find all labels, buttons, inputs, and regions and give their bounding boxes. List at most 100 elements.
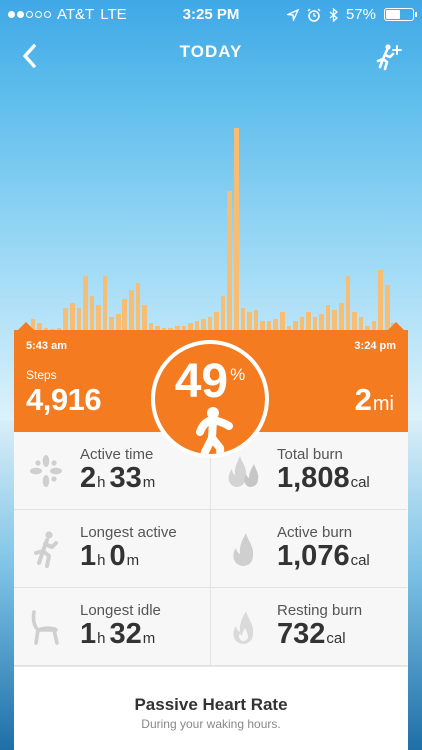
chart-bar <box>214 312 219 330</box>
chart-bar <box>89 296 95 330</box>
goal-percent-sign: % <box>230 365 246 384</box>
stat-label: Longest active <box>80 524 177 541</box>
chart-bar <box>325 305 331 330</box>
minutes-value: 33 <box>109 462 142 494</box>
chart-bar <box>293 321 298 330</box>
distance-unit: mi <box>372 393 394 415</box>
stat-label: Resting burn <box>277 602 363 619</box>
stat-longest-active[interactable]: Longest active 1h 0m <box>14 510 210 588</box>
chart-bar <box>129 289 134 330</box>
chart-bar <box>319 314 324 330</box>
minutes-unit: m <box>142 474 156 491</box>
bluetooth-icon <box>329 7 338 22</box>
stat-value: 2h 33m <box>80 462 159 495</box>
goal-progress-circle[interactable]: 49% <box>151 340 269 458</box>
chart-bar <box>201 318 206 330</box>
minutes-value: 0 <box>109 540 126 572</box>
passive-heart-rate-subtitle: During your waking hours. <box>141 717 281 731</box>
chart-bar <box>220 296 226 330</box>
stat-label: Active time <box>80 446 154 463</box>
flame-icon <box>233 533 254 566</box>
passive-heart-rate-card[interactable]: Passive Heart Rate During your waking ho… <box>14 666 408 750</box>
steps-activity-chart <box>14 80 408 330</box>
calorie-unit: cal <box>350 474 370 491</box>
add-activity-icon[interactable] <box>374 42 404 72</box>
hours-unit: h <box>97 474 106 491</box>
goal-percent-value: 49 <box>174 355 229 408</box>
stat-longest-idle[interactable]: Longest idle 1h 32m <box>14 588 210 666</box>
stat-value: 1h 0m <box>80 540 143 573</box>
chart-bar <box>306 312 311 330</box>
chart-bar <box>345 276 351 330</box>
hours-value: 1 <box>80 618 97 650</box>
flame-outline-icon <box>233 611 254 644</box>
hours-unit: h <box>97 552 106 569</box>
chart-bar <box>371 321 377 330</box>
stat-value: 1,808cal <box>277 462 374 495</box>
minutes-value: 32 <box>109 618 142 650</box>
chart-bar <box>76 307 82 330</box>
chart-bar <box>194 321 200 330</box>
passive-heart-rate-title: Passive Heart Rate <box>134 695 288 714</box>
chart-start-tick <box>18 322 34 330</box>
chart-bar <box>115 314 121 330</box>
chart-bar <box>266 321 272 330</box>
location-arrow-icon <box>286 8 299 21</box>
double-flame-icon <box>228 456 259 487</box>
sparkle-icon <box>30 455 62 487</box>
chair-icon <box>31 610 59 645</box>
minutes-unit: m <box>142 630 156 647</box>
stat-resting-burn[interactable]: Resting burn 732cal <box>211 588 407 666</box>
page-title: TODAY <box>179 42 243 61</box>
steps-label: Steps <box>26 368 57 382</box>
stat-label: Longest idle <box>80 602 161 619</box>
right-edge-gradient <box>408 420 422 750</box>
chart-bar <box>260 321 265 330</box>
chart-bar <box>37 323 42 330</box>
battery-icon <box>384 8 417 21</box>
walking-person-icon <box>196 407 233 454</box>
chart-bar <box>338 303 344 330</box>
chart-end-tick <box>388 322 404 330</box>
calorie-value: 732 <box>277 618 326 650</box>
distance-value: 2 <box>354 382 372 417</box>
chart-bar <box>188 323 193 330</box>
chart-bar <box>122 298 128 330</box>
chart-bar <box>279 312 285 330</box>
calorie-unit: cal <box>350 552 370 569</box>
chart-bar <box>109 316 114 330</box>
hours-unit: h <box>97 630 106 647</box>
hours-value: 2 <box>80 462 97 494</box>
chart-bar <box>69 303 75 330</box>
stat-label: Total burn <box>277 446 343 463</box>
chart-bar <box>273 318 278 330</box>
chart-bar <box>352 312 357 330</box>
chart-bar <box>299 316 305 330</box>
status-bar: AT&T LTE 3:25 PM 57% <box>0 0 422 30</box>
left-edge-gradient <box>0 420 14 750</box>
chart-bar <box>142 305 147 330</box>
steps-value: 4,916 <box>26 382 102 417</box>
battery-percent: 57% <box>345 6 376 23</box>
goal-percent: 49% <box>155 354 265 409</box>
stat-value: 1,076cal <box>277 540 374 573</box>
minutes-unit: m <box>126 552 140 569</box>
chart-bar <box>312 316 318 330</box>
chart-bar <box>378 269 383 330</box>
stat-value: 1h 32m <box>80 618 159 651</box>
chart-bar <box>148 323 154 330</box>
calorie-value: 1,808 <box>277 462 350 494</box>
stats-grid: Active time 2h 33m Longest active 1h 0m Lo… <box>14 432 408 666</box>
chart-end-time: 3:24 pm <box>354 340 396 352</box>
chart-bar <box>240 307 246 330</box>
chart-bar <box>83 276 88 330</box>
chart-bar <box>227 191 233 330</box>
chart-bar <box>332 309 338 330</box>
chart-start-time: 5:43 am <box>26 340 67 352</box>
running-person-icon <box>34 531 58 568</box>
stat-active-burn[interactable]: Active burn 1,076cal <box>211 510 407 588</box>
chart-bar <box>63 307 69 330</box>
chart-bar <box>96 305 101 330</box>
chart-bar <box>102 276 108 330</box>
chart-bar <box>247 312 252 330</box>
